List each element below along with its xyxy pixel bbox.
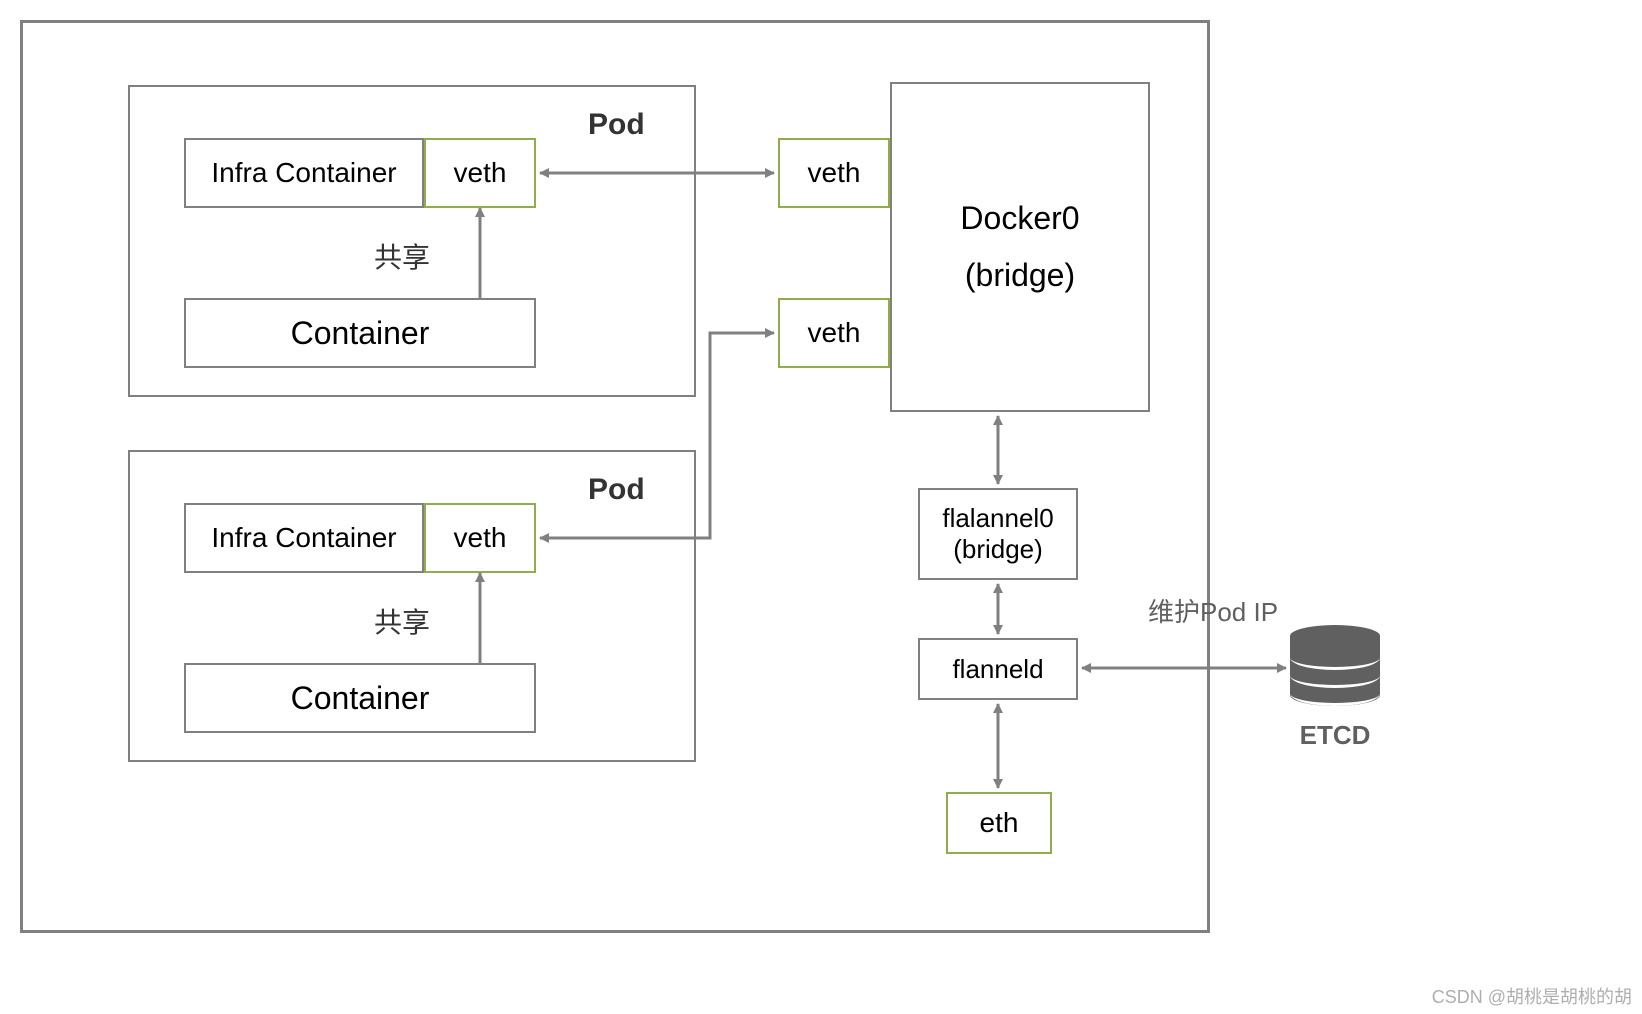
pod2-veth-label: veth xyxy=(454,522,507,554)
pod1-container-label: Container xyxy=(291,315,430,352)
etcd-label: ETCD xyxy=(1285,720,1385,751)
pod2-title: Pod xyxy=(588,473,645,507)
flannel0-line1: flalannel0 xyxy=(942,503,1053,534)
bridge-veth1: veth xyxy=(778,138,890,208)
pod1-container: Container xyxy=(184,298,536,368)
flannel0-box: flalannel0 (bridge) xyxy=(918,488,1078,580)
diagram-canvas: Pod Infra Container veth 共享 Container Po… xyxy=(0,0,1642,1014)
docker0-line2: (bridge) xyxy=(965,257,1075,294)
flanneld-label: flanneld xyxy=(952,654,1043,685)
eth-box: eth xyxy=(946,792,1052,854)
flanneld-box: flanneld xyxy=(918,638,1078,700)
eth-label: eth xyxy=(980,807,1019,839)
pod2-veth: veth xyxy=(424,503,536,573)
bridge-veth2: veth xyxy=(778,298,890,368)
maintain-pod-ip-label: 维护Pod IP xyxy=(1148,592,1278,629)
pod1-title: Pod xyxy=(588,108,645,142)
pod1-veth: veth xyxy=(424,138,536,208)
pod1-infra-label: Infra Container xyxy=(211,157,396,189)
pod2-infra-label: Infra Container xyxy=(211,522,396,554)
pod2-share-label: 共享 xyxy=(374,601,430,641)
pod1-veth-label: veth xyxy=(454,157,507,189)
pod2-container-label: Container xyxy=(291,680,430,717)
bridge-veth2-label: veth xyxy=(808,317,861,349)
flannel0-line2: (bridge) xyxy=(953,534,1043,565)
pod2-container: Container xyxy=(184,663,536,733)
pod1-share-label: 共享 xyxy=(374,236,430,276)
watermark: CSDN @胡桃是胡桃的胡 xyxy=(1432,983,1632,1009)
docker0-line1: Docker0 xyxy=(960,200,1079,237)
docker0-box: Docker0 (bridge) xyxy=(890,82,1150,412)
pod2-infra-container: Infra Container xyxy=(184,503,424,573)
pod1-infra-container: Infra Container xyxy=(184,138,424,208)
bridge-veth1-label: veth xyxy=(808,157,861,189)
